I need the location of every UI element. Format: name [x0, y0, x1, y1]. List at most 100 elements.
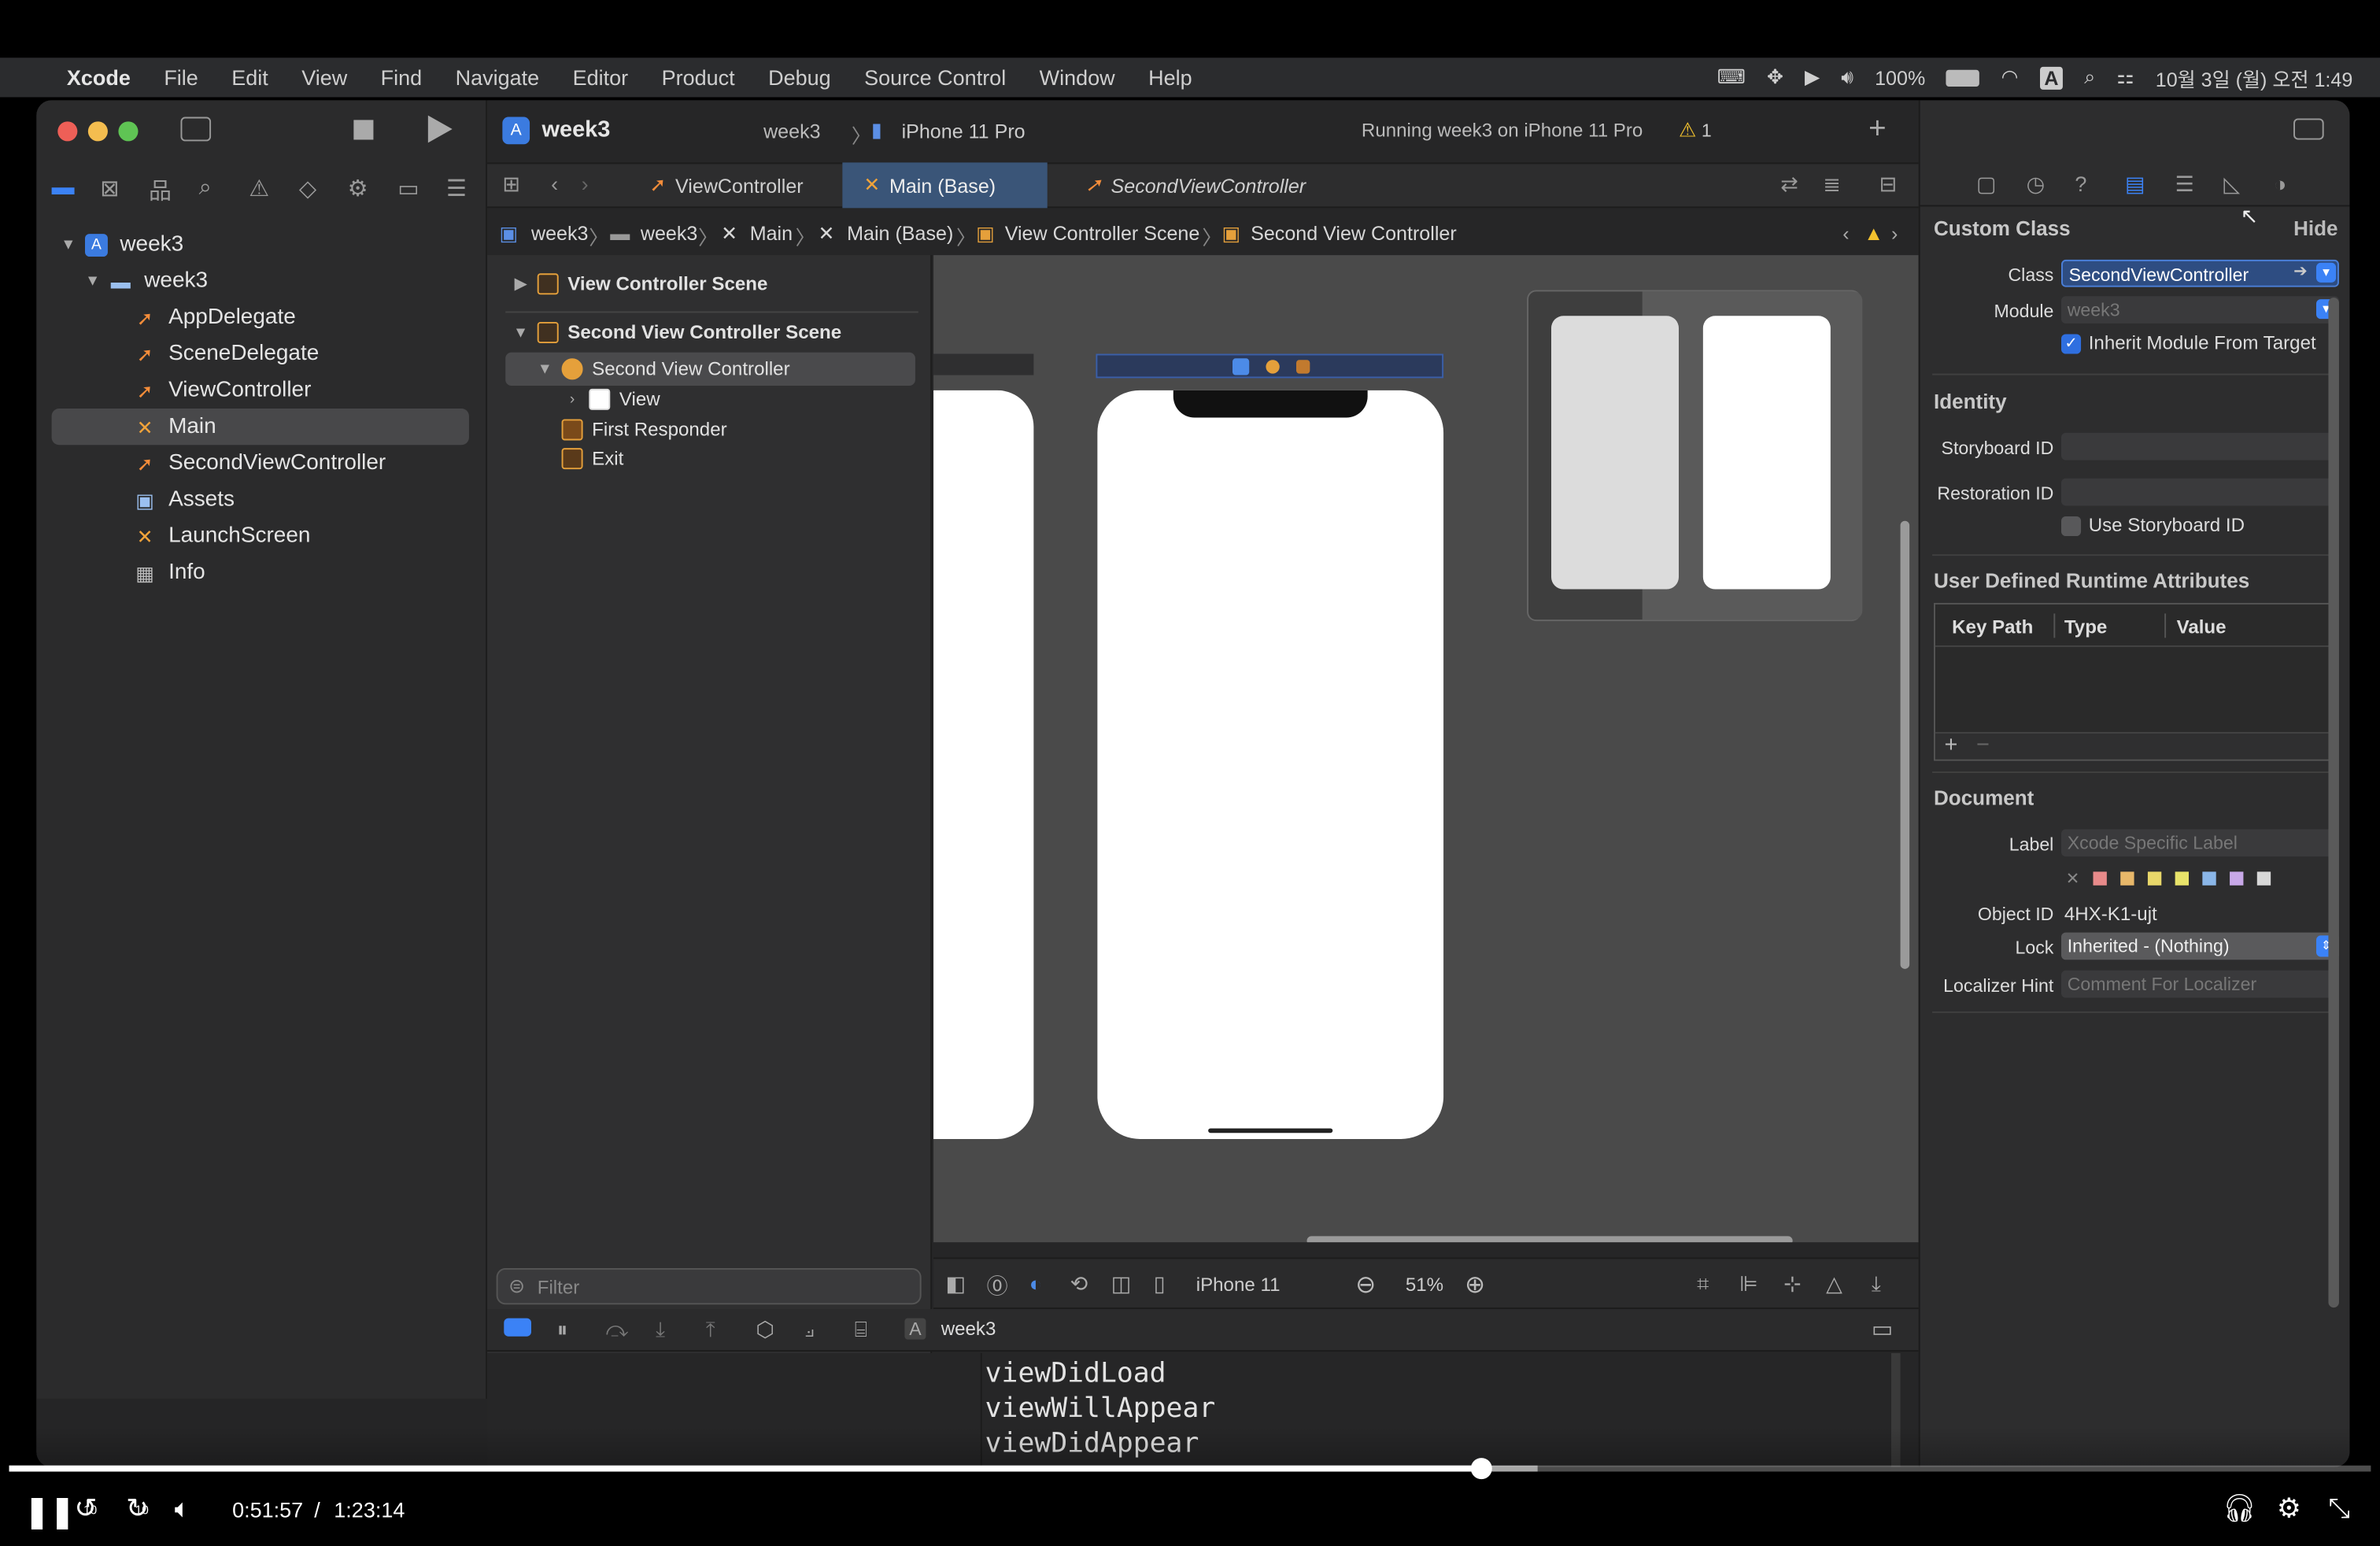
breadcrumb-item[interactable]: View Controller Scene: [1005, 222, 1200, 245]
scheme-selector[interactable]: week3: [763, 120, 820, 142]
refresh-icon[interactable]: ⇄: [1780, 172, 1798, 198]
zoom-level[interactable]: 51%: [1406, 1274, 1443, 1296]
column-value[interactable]: Value: [2177, 616, 2227, 638]
exit-dock-icon[interactable]: [1295, 360, 1310, 374]
menu-product[interactable]: Product: [662, 65, 735, 90]
inspector-toggle-icon[interactable]: [2293, 118, 2324, 140]
breadcrumb-item[interactable]: week3: [641, 222, 697, 245]
vertical-scrollbar[interactable]: [1900, 520, 1910, 969]
viewcontroller-dock-icon[interactable]: [1232, 358, 1250, 375]
tree-item-scenedelegate[interactable]: ➚ SceneDelegate: [36, 335, 487, 372]
layout-icon[interactable]: ◫: [1111, 1271, 1132, 1297]
exit-fullscreen-icon[interactable]: ⤡: [2328, 1492, 2350, 1525]
scene-dock[interactable]: [1096, 353, 1444, 379]
storyboard-canvas[interactable]: [933, 255, 1919, 1243]
outline-view[interactable]: › View: [562, 388, 660, 410]
report-icon[interactable]: ☰: [446, 175, 467, 202]
storyboard-id-field[interactable]: [2060, 432, 2339, 460]
connections-inspector-icon[interactable]: ◑: [2274, 172, 2286, 196]
clear-color-icon[interactable]: ✕: [2066, 869, 2080, 888]
warning-icon[interactable]: ⚠: [249, 175, 269, 202]
history-inspector-icon[interactable]: ◷: [2027, 172, 2046, 198]
color-swatch-red[interactable]: [2093, 871, 2108, 886]
outline-scene-2[interactable]: ▼ Second View Controller Scene: [510, 322, 841, 344]
source-control-icon[interactable]: ⊠: [100, 175, 119, 202]
chevron-down-icon[interactable]: ▼: [510, 324, 531, 341]
tree-item-assets[interactable]: ▣ Assets: [36, 482, 487, 518]
battery-icon[interactable]: [1946, 68, 1980, 87]
volume-icon[interactable]: 🔊︎: [1841, 65, 1853, 90]
menu-file[interactable]: File: [164, 65, 198, 90]
lock-select[interactable]: Inherited - (Nothing): [2060, 932, 2339, 960]
device-selector[interactable]: iPhone 11 Pro: [902, 120, 1026, 142]
size-inspector-icon[interactable]: ◺: [2223, 172, 2240, 198]
embed-icon[interactable]: ⤓: [1872, 1271, 1881, 1297]
folder-icon[interactable]: ▬: [52, 175, 75, 201]
breadcrumb-item[interactable]: Main: [750, 222, 793, 245]
label-field[interactable]: Xcode Specific Label: [2060, 829, 2339, 857]
sidebar-toggle-icon[interactable]: [180, 117, 212, 142]
chevron-right-icon[interactable]: ▶: [510, 276, 531, 292]
debug-target-label[interactable]: week3: [941, 1319, 996, 1340]
outline-filter-input[interactable]: ⊜ Filter: [496, 1267, 922, 1305]
color-swatch-gray[interactable]: [2257, 871, 2271, 886]
color-swatch-blue[interactable]: [2202, 871, 2217, 886]
update-frames-icon[interactable]: ⌗: [1697, 1271, 1709, 1297]
outline-exit[interactable]: Exit: [561, 448, 623, 470]
chevron-down-icon[interactable]: ▼: [57, 236, 79, 253]
zoom-in-icon[interactable]: ⊕: [1465, 1270, 1485, 1300]
add-button[interactable]: +: [1868, 113, 1887, 147]
device-config-label[interactable]: iPhone 11: [1196, 1274, 1281, 1296]
chevron-down-icon[interactable]: ▼: [534, 361, 556, 377]
attributes-inspector-icon[interactable]: ☰: [2175, 172, 2194, 198]
outline-scene-1[interactable]: ▶ View Controller Scene: [510, 273, 767, 295]
forward-icon[interactable]: ›: [582, 172, 589, 196]
close-button[interactable]: [57, 121, 78, 142]
back-icon[interactable]: ‹: [551, 172, 558, 196]
step-out-icon[interactable]: ⤒: [706, 1317, 715, 1343]
inherit-module-checkbox[interactable]: ✓ Inherit Module From Target: [2060, 333, 2316, 354]
spotlight-icon[interactable]: ⌕: [2084, 65, 2095, 90]
pause-icon[interactable]: ⏸: [557, 1317, 568, 1343]
scene-bar-first[interactable]: [933, 353, 1034, 375]
inspector-scrollbar[interactable]: [2328, 298, 2339, 1308]
localizer-hint-field[interactable]: Comment For Localizer: [2060, 970, 2339, 998]
file-inspector-icon[interactable]: ▢: [1976, 172, 1997, 198]
breadcrumb-item[interactable]: Main (Base): [847, 222, 953, 245]
tree-item-viewcontroller[interactable]: ➚ ViewController: [36, 372, 487, 409]
control-center-icon[interactable]: ⚏: [2116, 65, 2134, 90]
game-icon[interactable]: ✥: [1767, 65, 1783, 90]
tab-viewcontroller[interactable]: ➚ ViewController: [628, 162, 824, 208]
canvas-minimap[interactable]: [1527, 290, 1863, 622]
second-view-controller-preview[interactable]: [1097, 390, 1444, 1139]
menu-window[interactable]: Window: [1040, 65, 1115, 90]
use-storyboard-id-checkbox[interactable]: Use Storyboard ID: [2060, 515, 2245, 536]
identity-inspector-icon[interactable]: ▤: [2125, 172, 2145, 198]
breakpoint-icon[interactable]: ▭: [397, 175, 419, 202]
tree-item-main[interactable]: ✕ Main: [51, 408, 469, 446]
add-attribute-button[interactable]: +: [1944, 732, 1957, 758]
accessibility-icon[interactable]: ⓪: [987, 1271, 1008, 1302]
color-swatch-purple[interactable]: [2230, 871, 2244, 886]
column-type[interactable]: Type: [2064, 616, 2107, 638]
orientation-icon[interactable]: ⟲: [1070, 1271, 1088, 1297]
menu-source-control[interactable]: Source Control: [864, 65, 1006, 90]
step-over-icon[interactable]: ⤼: [605, 1317, 628, 1343]
breadcrumb-item[interactable]: week3: [531, 222, 588, 245]
test-icon[interactable]: ◇: [299, 175, 316, 202]
menu-find[interactable]: Find: [381, 65, 423, 90]
lines-icon[interactable]: ≣: [1823, 172, 1841, 198]
menu-app[interactable]: Xcode: [67, 65, 131, 90]
stop-icon[interactable]: [353, 120, 374, 140]
symbol-icon[interactable]: 品: [149, 175, 172, 207]
tree-item-folder[interactable]: ▼ ▬ week3: [36, 263, 487, 299]
menu-editor[interactable]: Editor: [573, 65, 629, 90]
restoration-id-field[interactable]: [2060, 478, 2339, 506]
checkbox-checked-icon[interactable]: ✓: [2060, 333, 2082, 353]
input-source-icon[interactable]: A: [2039, 65, 2064, 89]
console-toggle-icon[interactable]: [504, 1318, 531, 1337]
outline-toggle-icon[interactable]: ◧: [945, 1271, 966, 1297]
chevron-right-icon[interactable]: ›: [1891, 222, 1898, 245]
runtime-attributes-table[interactable]: Key Path Type Value + −: [1933, 602, 2338, 761]
progress-track[interactable]: [9, 1458, 2371, 1480]
